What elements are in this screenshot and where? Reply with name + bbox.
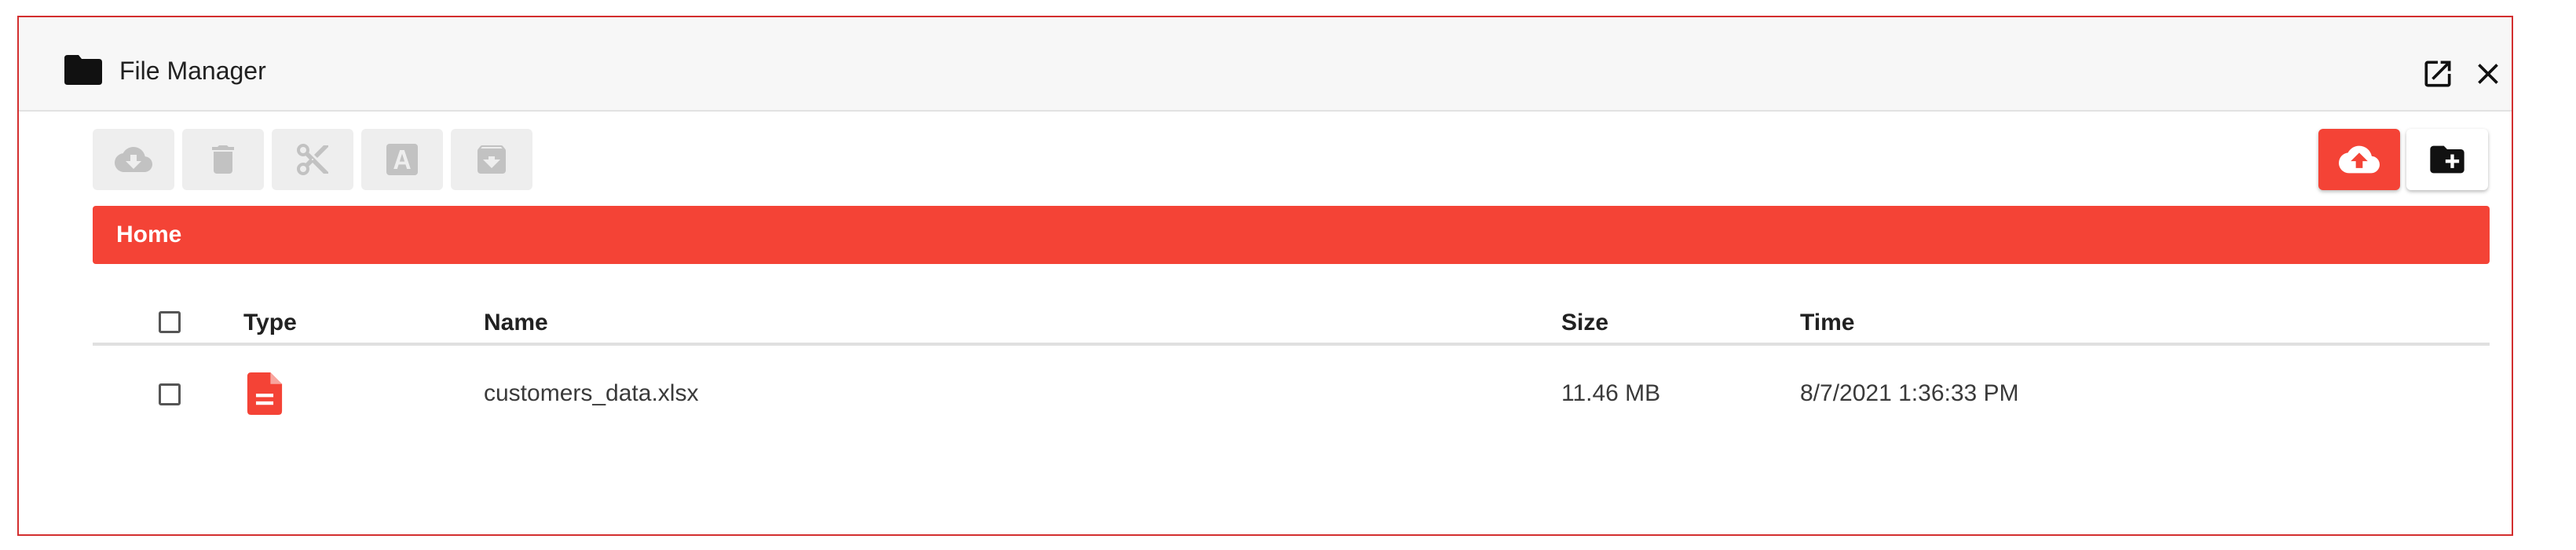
archive-button[interactable] [451, 129, 532, 190]
trash-icon [212, 145, 234, 174]
column-header-type[interactable]: Type [243, 310, 297, 336]
row-checkbox[interactable] [159, 383, 181, 405]
file-size: 11.46 MB [1561, 380, 1661, 406]
table-row[interactable]: customers_data.xlsx 11.46 MB 8/7/2021 1:… [93, 363, 2490, 432]
folder-icon [64, 55, 102, 85]
file-name[interactable]: customers_data.xlsx [484, 380, 698, 407]
table-header: Type Name Size Time [93, 299, 2490, 346]
delete-button[interactable] [182, 129, 264, 190]
upload-button[interactable] [2318, 129, 2400, 190]
popout-button[interactable] [2420, 57, 2455, 91]
cut-button[interactable] [272, 129, 353, 190]
window-title: File Manager [119, 57, 266, 85]
open-in-new-icon [2424, 60, 2451, 87]
close-button[interactable] [2471, 57, 2505, 91]
file-document-icon [247, 372, 283, 415]
new-folder-button[interactable] [2406, 129, 2488, 190]
breadcrumb-home[interactable]: Home [116, 222, 181, 248]
breadcrumb: Home [93, 206, 2490, 264]
download-button[interactable] [93, 129, 174, 190]
title-bar: File Manager [19, 17, 2512, 112]
rename-button[interactable] [361, 129, 443, 190]
column-header-size[interactable]: Size [1561, 310, 1608, 336]
archive-icon [478, 145, 506, 174]
create-folder-icon [2430, 145, 2464, 174]
column-header-name[interactable]: Name [484, 310, 548, 336]
cloud-download-icon [115, 147, 152, 172]
rename-icon [386, 144, 418, 175]
close-icon [2478, 64, 2498, 84]
file-time: 8/7/2021 1:36:33 PM [1800, 380, 2019, 406]
scissors-icon [297, 144, 328, 175]
file-manager-window: File Manager Home Type Name Size Time cu… [17, 16, 2513, 536]
select-all-checkbox[interactable] [159, 311, 181, 333]
cloud-upload-icon [2339, 145, 2380, 174]
column-header-time[interactable]: Time [1800, 310, 1854, 336]
